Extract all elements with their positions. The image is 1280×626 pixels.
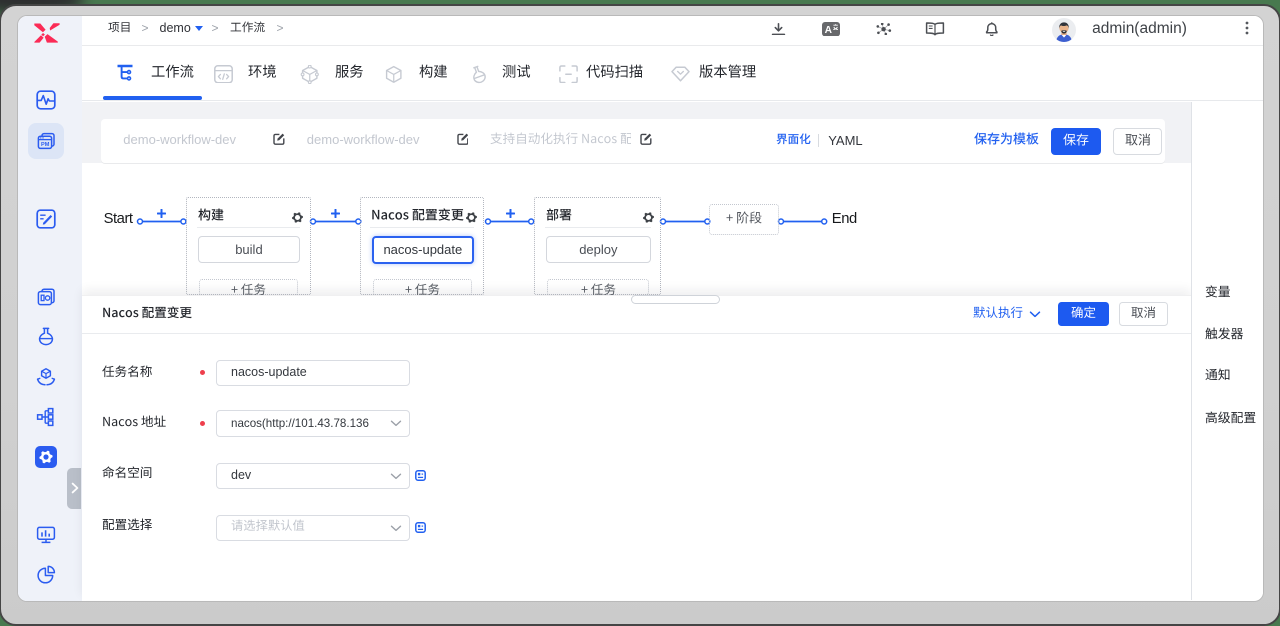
svg-text:PM: PM [41, 142, 50, 148]
svg-text:A: A [824, 25, 832, 36]
